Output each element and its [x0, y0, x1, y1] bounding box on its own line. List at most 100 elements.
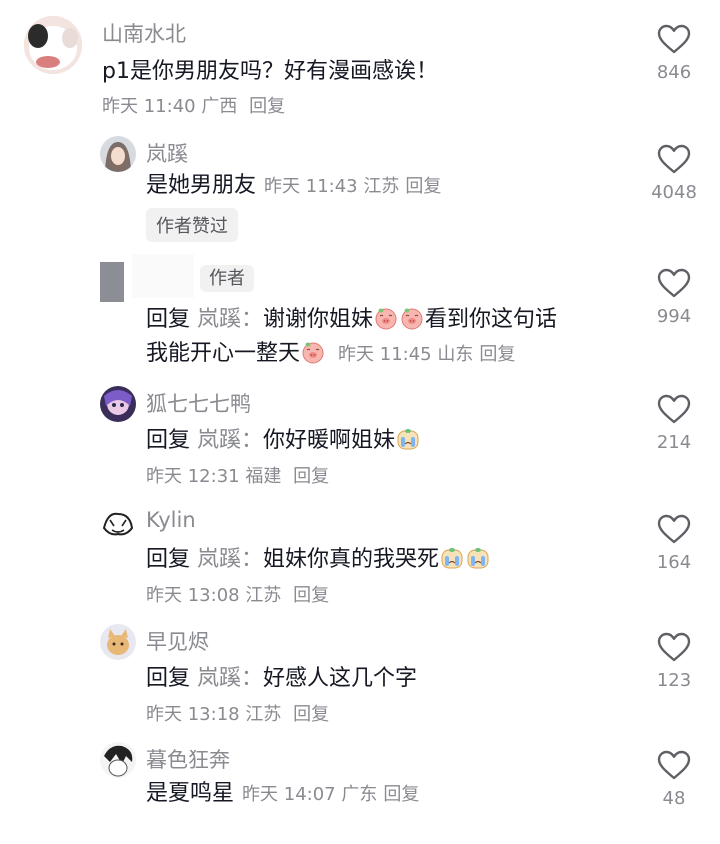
- reply-target[interactable]: 岚蹊：: [197, 666, 263, 691]
- shy-pig-emoji: [400, 306, 424, 330]
- like-button[interactable]: 123: [644, 632, 704, 691]
- comment-location: 江苏: [363, 176, 400, 197]
- comment-meta: 昨天 13:18 江苏 回复: [146, 700, 329, 726]
- comment-item: 作者 回复 岚蹊：谢谢你姐妹 看到你这句话 我能开心一整天 昨天 11:45 山东回…: [0, 250, 720, 380]
- comment-text: 你好暖啊姐妹: [263, 428, 396, 453]
- comment-item: Kylin 回复 岚蹊：姐妹你真的我哭死 昨天 13:08 江苏 回复 164: [0, 500, 720, 620]
- heart-icon: [657, 750, 691, 780]
- comment-text-line: 回复 岚蹊：姐妹你真的我哭死: [146, 543, 491, 577]
- reply-prefix: 回复: [146, 307, 191, 332]
- comment-item: 狐七七七鸭 回复 岚蹊：你好暖啊姐妹 昨天 12:31 福建 回复 214: [0, 380, 720, 500]
- comment-location: 广西: [201, 96, 238, 117]
- author-badge: 作者: [200, 265, 254, 292]
- comment-text-line: 我能开心一整天 昨天 11:45 山东 回复: [146, 337, 515, 372]
- comment-location: 福建: [245, 466, 282, 487]
- like-count: 48: [662, 788, 686, 809]
- comment-text: 是夏鸣星: [146, 781, 235, 806]
- reply-button[interactable]: 回复: [249, 96, 285, 117]
- like-button[interactable]: 994: [644, 268, 704, 327]
- comment-text: p1是你男朋友吗？好有漫画感诶！: [102, 59, 438, 84]
- avatar-image: [100, 136, 136, 172]
- avatar-image: [100, 386, 136, 422]
- comment-author-name[interactable]: 早见烬: [146, 626, 209, 656]
- reply-button[interactable]: 回复: [293, 585, 329, 606]
- comment-text: 看到你这句话: [425, 307, 558, 332]
- like-button[interactable]: 214: [644, 394, 704, 453]
- avatar[interactable]: [100, 252, 124, 302]
- comment-item: 岚蹊 是她男朋友 昨天 11:43 江苏 回复 作者赞过 4048: [0, 120, 720, 250]
- avatar[interactable]: [24, 16, 82, 74]
- comment-time: 昨天 12:31: [146, 466, 240, 487]
- comment-time: 昨天 11:45: [338, 344, 432, 365]
- crying-emoji: [396, 427, 420, 451]
- comment-author-name[interactable]: Kylin: [146, 508, 196, 532]
- heart-icon: [657, 144, 691, 174]
- reply-target[interactable]: 岚蹊：: [197, 428, 263, 453]
- avatar[interactable]: [100, 136, 136, 172]
- heart-icon: [657, 514, 691, 544]
- like-button[interactable]: 164: [644, 514, 704, 573]
- comment-text: 好感人这几个字: [263, 666, 418, 691]
- comment-meta: 昨天 11:40 广西 回复: [102, 92, 285, 118]
- comment-meta: 昨天 13:08 江苏 回复: [146, 581, 329, 607]
- author-liked-badge: 作者赞过: [146, 208, 238, 242]
- author-badge-wrap: 作者: [200, 264, 254, 292]
- reply-target[interactable]: 岚蹊：: [197, 307, 263, 332]
- comment-location: 江苏: [245, 704, 282, 725]
- avatar-image: [100, 624, 136, 660]
- reply-button[interactable]: 回复: [383, 784, 419, 805]
- avatar-image: [100, 742, 136, 778]
- heart-icon: [657, 268, 691, 298]
- like-button[interactable]: 846: [644, 24, 704, 83]
- comment-location: 山东: [437, 344, 474, 365]
- reply-button[interactable]: 回复: [293, 704, 329, 725]
- comment-text-line: 回复 岚蹊：你好暖啊姐妹: [146, 424, 421, 458]
- avatar[interactable]: [100, 624, 136, 660]
- heart-icon: [657, 394, 691, 424]
- reply-prefix: 回复: [146, 428, 191, 453]
- comment-location: 江苏: [245, 585, 282, 606]
- comment-author-name[interactable]: 暮色狂奔: [146, 744, 230, 774]
- avatar-image: [100, 506, 136, 542]
- like-count: 164: [656, 552, 692, 573]
- avatar[interactable]: [100, 742, 136, 778]
- avatar-image: [24, 16, 82, 74]
- comment-text: 是她男朋友: [146, 173, 257, 198]
- reply-target[interactable]: 岚蹊：: [197, 547, 263, 572]
- comment-meta: 昨天 14:07 广东 回复: [242, 784, 419, 805]
- comment-meta: 昨天 11:45 山东 回复: [338, 344, 515, 365]
- like-count: 123: [656, 670, 692, 691]
- shy-pig-emoji: [374, 306, 398, 330]
- reply-button[interactable]: 回复: [479, 344, 515, 365]
- like-count: 846: [656, 62, 692, 83]
- comment-item: 暮色狂奔 是夏鸣星 昨天 14:07 广东 回复 48: [0, 738, 720, 844]
- like-count: 994: [656, 306, 692, 327]
- reply-prefix: 回复: [146, 547, 191, 572]
- comment-text: 姐妹你真的我哭死: [263, 547, 440, 572]
- crying-emoji: [440, 546, 464, 570]
- reply-button[interactable]: 回复: [293, 466, 329, 487]
- comment-text-line: 回复 岚蹊：谢谢你姐妹 看到你这句话: [146, 303, 557, 337]
- shy-pig-emoji: [301, 340, 325, 364]
- comment-time: 昨天 13:18: [146, 704, 240, 725]
- comment-meta: 昨天 12:31 福建 回复: [146, 462, 329, 488]
- comment-author-name[interactable]: 狐七七七鸭: [146, 388, 251, 418]
- avatar-image: [100, 252, 124, 302]
- comment-location: 广东: [341, 784, 378, 805]
- comment-author-name[interactable]: 岚蹊: [146, 138, 188, 168]
- comment-item: 山南水北 p1是你男朋友吗？好有漫画感诶！ 昨天 11:40 广西 回复 846: [0, 0, 720, 120]
- comment-text-row: 是她男朋友 昨天 11:43 江苏 回复: [146, 169, 441, 204]
- avatar[interactable]: [100, 506, 136, 542]
- comment-item: 早见烬 回复 岚蹊：好感人这几个字 昨天 13:18 江苏 回复 123: [0, 620, 720, 738]
- avatar[interactable]: [100, 386, 136, 422]
- heart-icon: [657, 632, 691, 662]
- reply-prefix: 回复: [146, 666, 191, 691]
- comment-text-row: 是夏鸣星 昨天 14:07 广东 回复: [146, 777, 419, 812]
- heart-icon: [657, 24, 691, 54]
- reply-button[interactable]: 回复: [405, 176, 441, 197]
- comment-time: 昨天 13:08: [146, 585, 240, 606]
- comment-author-name[interactable]: 山南水北: [102, 18, 186, 48]
- like-button[interactable]: 4048: [644, 144, 704, 203]
- like-button[interactable]: 48: [644, 750, 704, 809]
- like-count: 4048: [651, 182, 697, 203]
